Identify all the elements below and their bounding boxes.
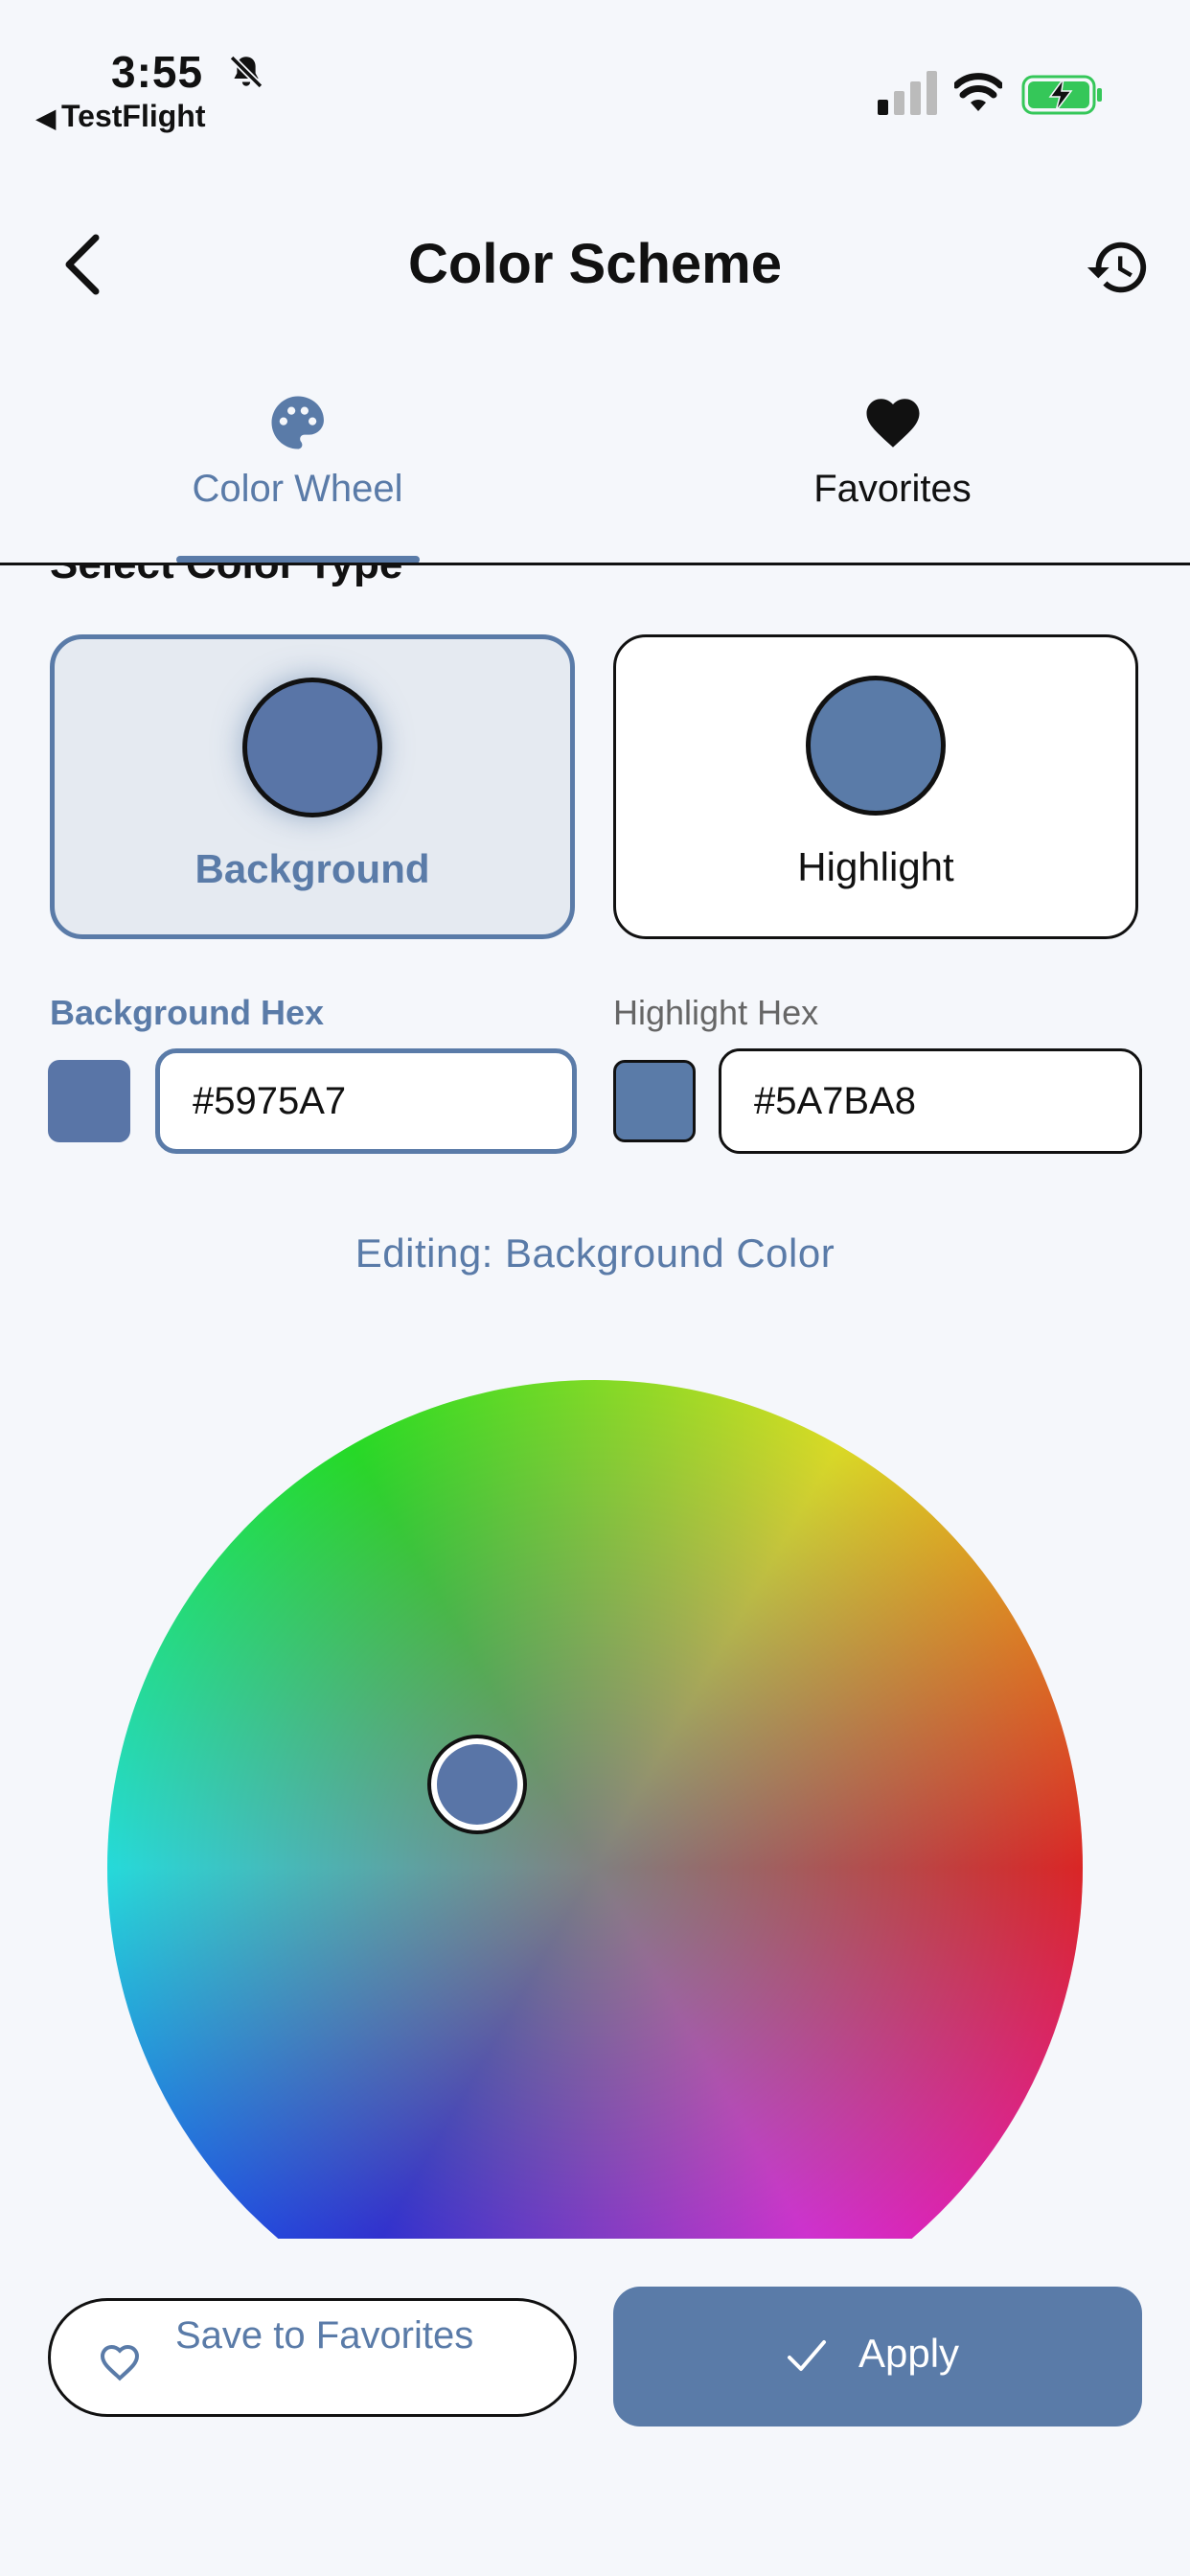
card-label: Background xyxy=(195,846,430,891)
background-color-card[interactable]: Background xyxy=(50,634,575,939)
section-heading-container: Select Color Type xyxy=(0,565,1190,588)
back-app-label: TestFlight xyxy=(61,99,206,133)
background-hex-label: Background Hex xyxy=(50,993,325,1032)
background-hex-swatch xyxy=(48,1060,130,1142)
cellular-signal-icon xyxy=(878,71,937,115)
page-title: Color Scheme xyxy=(408,233,782,295)
heart-icon xyxy=(866,399,919,448)
wifi-icon xyxy=(954,73,1002,111)
background-hex-input[interactable] xyxy=(155,1048,577,1154)
editing-status: Editing: Background Color xyxy=(355,1230,835,1276)
bell-muted-icon xyxy=(229,55,263,89)
tab-favorites[interactable]: Favorites xyxy=(595,383,1190,565)
tab-label: Favorites xyxy=(813,468,972,510)
highlight-hex-label: Highlight Hex xyxy=(613,993,819,1032)
tab-label: Color Wheel xyxy=(192,468,403,510)
battery-charging-icon xyxy=(1021,75,1102,115)
section-heading: Select Color Type xyxy=(50,565,402,588)
highlight-color-card[interactable]: Highlight xyxy=(613,634,1138,939)
history-icon[interactable] xyxy=(1085,234,1152,301)
palette-icon xyxy=(271,396,324,449)
highlight-hex-swatch xyxy=(613,1060,696,1142)
color-wheel[interactable] xyxy=(107,1380,1083,2239)
heart-outline-icon xyxy=(100,2344,140,2381)
tab-color-wheel[interactable]: Color Wheel xyxy=(0,383,595,565)
background-color-swatch xyxy=(242,678,382,817)
save-to-favorites-label: Save to Favorites xyxy=(175,2314,474,2357)
card-label: Highlight xyxy=(797,844,954,889)
color-picker-handle[interactable] xyxy=(431,1738,523,1830)
highlight-hex-input[interactable] xyxy=(719,1048,1142,1154)
status-time: 3:55 xyxy=(111,47,204,97)
color-wheel-gradient[interactable] xyxy=(107,1380,1083,2239)
back-triangle-icon: ◀ xyxy=(36,104,56,132)
apply-button[interactable]: Apply xyxy=(613,2287,1142,2426)
save-to-favorites-button[interactable]: Save to Favorites xyxy=(48,2298,577,2417)
back-to-app-link[interactable]: ◀ TestFlight xyxy=(36,99,206,134)
apply-label: Apply xyxy=(858,2331,960,2376)
checkmark-icon xyxy=(788,2340,826,2371)
highlight-color-swatch xyxy=(806,676,946,816)
